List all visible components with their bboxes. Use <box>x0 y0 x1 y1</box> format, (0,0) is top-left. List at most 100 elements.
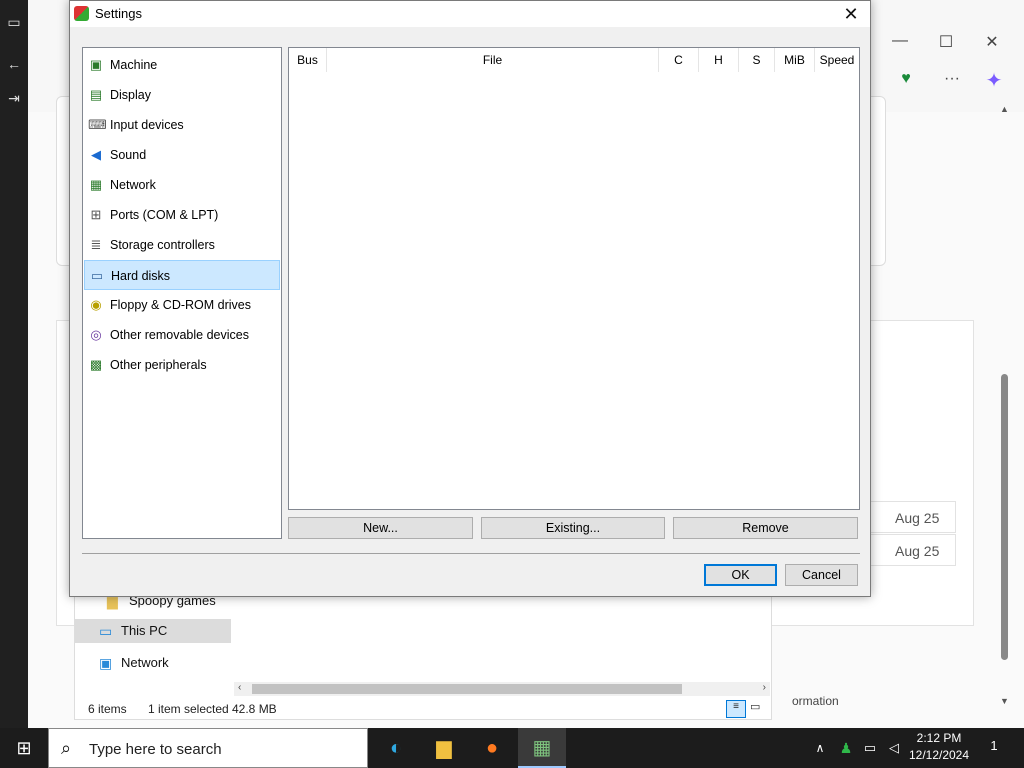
ports-icon: ⊞ <box>90 207 102 222</box>
vertical-scroll-thumb[interactable] <box>1001 374 1008 660</box>
browser-minimize-icon[interactable]: — <box>880 32 920 50</box>
taskbar: ⊞ ⌕ Type here to search ◐ ▆ ● ▦ ∧ ♟ ▭ ◁ … <box>0 728 1024 768</box>
dialog-separator <box>82 553 860 554</box>
status-item-count: 6 items <box>88 702 127 716</box>
edge-icon[interactable]: ◐ <box>372 728 420 768</box>
settings-dialog: Settings ✕ ▣ Machine ▤ Display ⌨ Input device… <box>69 0 871 597</box>
category-label: Hard disks <box>111 269 171 283</box>
background-text: ormation <box>792 694 839 708</box>
status-selected: 1 item selected <box>148 702 229 716</box>
category-label: Sound <box>110 148 147 162</box>
cancel-button[interactable]: Cancel <box>785 564 858 586</box>
column-header-bus[interactable]: Bus <box>289 48 327 72</box>
close-icon[interactable]: ✕ <box>838 3 864 25</box>
taskbar-search-box[interactable]: ⌕ Type here to search <box>48 728 368 768</box>
browser-close-icon[interactable]: ✕ <box>972 32 1012 52</box>
category-label: Input devices <box>110 118 184 132</box>
floppy-cdrom-icon: ◉ <box>90 297 102 312</box>
remove-disk-button[interactable]: Remove <box>673 517 858 539</box>
browser-maximize-icon[interactable]: ☐ <box>926 32 966 52</box>
notification-icon[interactable]: 1 <box>982 738 1006 758</box>
category-list: ▣ Machine ▤ Display ⌨ Input devices ◀ Sound ▦ Net… <box>82 47 282 539</box>
windows-start-icon[interactable]: ⊞ <box>0 728 48 768</box>
back-arrow-icon[interactable]: ← <box>6 56 22 72</box>
category-label: Storage controllers <box>110 238 215 252</box>
tabs-icon[interactable]: ▭ <box>6 14 22 30</box>
peripherals-icon: ▩ <box>89 357 103 372</box>
left-app-strip: ▭ ← ⇥ <box>0 0 28 728</box>
nav-item-network[interactable]: ▣ Network <box>75 651 231 675</box>
existing-disk-button[interactable]: Existing... <box>481 517 665 539</box>
dialog-title: Settings <box>95 6 142 21</box>
column-header-file[interactable]: File <box>327 48 659 72</box>
clock-time: 2:12 PM <box>916 731 962 745</box>
browser-more-icon[interactable]: ··· <box>932 70 972 88</box>
large-icons-view-icon[interactable]: ▭ <box>750 700 760 713</box>
hard-disk-list[interactable]: Bus File C H S MiB Speed <box>288 47 860 510</box>
column-header-speed[interactable]: Speed <box>815 48 859 72</box>
column-header-h[interactable]: H <box>699 48 739 72</box>
display-icon: ▤ <box>89 87 103 102</box>
category-item-other-removable-devices[interactable]: ◎ Other removable devices <box>84 320 280 350</box>
nav-item-label: This PC <box>121 623 168 638</box>
browser-essentials-icon[interactable]: ♥ <box>886 70 926 88</box>
vm-emulator-taskbar-icon[interactable]: ▦ <box>518 728 566 768</box>
search-placeholder: Type here to search <box>89 741 222 758</box>
storage-controllers-icon: ≣ <box>90 237 102 252</box>
explorer-status-bar: 6 items 1 item selected 42.8 MB ≡ ▭ <box>74 698 772 720</box>
category-item-floppy-cd-rom-drives[interactable]: ◉ Floppy & CD-ROM drives <box>84 290 280 320</box>
category-label: Machine <box>110 58 158 72</box>
category-item-input-devices[interactable]: ⌨ Input devices <box>84 110 280 140</box>
details-view-icon[interactable]: ≡ <box>726 700 746 718</box>
category-item-network[interactable]: ▦ Network <box>84 170 280 200</box>
date-cell: Aug 25 <box>868 534 956 566</box>
scroll-up-icon[interactable]: ▲ <box>1000 104 1009 114</box>
ok-button[interactable]: OK <box>704 564 777 586</box>
clock-date: 12/12/2024 <box>908 748 970 762</box>
scroll-right-icon[interactable]: › <box>763 682 766 693</box>
category-item-sound[interactable]: ◀ Sound <box>84 140 280 170</box>
file-explorer-icon[interactable]: ▆ <box>420 728 468 768</box>
scroll-left-icon[interactable]: ‹ <box>238 682 241 693</box>
category-item-display[interactable]: ▤ Display <box>84 80 280 110</box>
column-header-c[interactable]: C <box>659 48 699 72</box>
category-label: Network <box>110 178 156 192</box>
new-disk-button[interactable]: New... <box>288 517 473 539</box>
column-header-s[interactable]: S <box>739 48 775 72</box>
nav-item-this-pc[interactable]: ▭ This PC <box>75 619 231 643</box>
search-icon: ⌕ <box>61 738 72 758</box>
category-label: Other removable devices <box>110 328 249 342</box>
category-label: Other peripherals <box>110 358 207 372</box>
dialog-titlebar[interactable]: Settings ✕ <box>70 1 870 27</box>
input-devices-icon: ⌨ <box>88 117 107 132</box>
category-label: Ports (COM & LPT) <box>110 208 219 222</box>
volume-icon[interactable]: ◁ <box>882 728 906 768</box>
category-item-storage-controllers[interactable]: ≣ Storage controllers <box>84 230 280 260</box>
category-label: Display <box>110 88 151 102</box>
category-label: Floppy & CD-ROM drives <box>110 298 251 312</box>
computer-icon: ▭ <box>99 623 113 639</box>
category-item-hard-disks[interactable]: ▭ Hard disks <box>84 260 280 290</box>
sign-in-icon[interactable]: ⇥ <box>6 90 22 106</box>
hard-disks-icon: ▭ <box>90 268 104 283</box>
column-header-mib[interactable]: MiB <box>775 48 815 72</box>
date-cell: Aug 25 <box>868 501 956 533</box>
app-icon <box>74 6 89 21</box>
category-item-machine[interactable]: ▣ Machine <box>84 50 280 80</box>
category-item-other-peripherals[interactable]: ▩ Other peripherals <box>84 350 280 380</box>
tray-overflow-icon[interactable]: ∧ <box>808 728 832 768</box>
copilot-icon[interactable]: ✦ <box>974 68 1014 93</box>
firefox-icon[interactable]: ● <box>468 728 516 768</box>
network-icon: ▣ <box>99 655 113 671</box>
scroll-down-icon[interactable]: ▼ <box>1000 696 1009 706</box>
removable-devices-icon: ◎ <box>90 327 102 342</box>
tray-app-icon[interactable]: ♟ <box>834 728 858 768</box>
horizontal-scroll-thumb[interactable] <box>252 684 682 694</box>
network-tray-icon[interactable]: ▭ <box>858 728 882 768</box>
machine-icon: ▣ <box>89 57 103 72</box>
taskbar-clock[interactable]: 2:12 PM 12/12/2024 <box>908 730 970 764</box>
nav-item-label: Network <box>121 655 169 670</box>
sound-icon: ◀ <box>91 147 101 162</box>
category-item-ports-com-lpt[interactable]: ⊞ Ports (COM & LPT) <box>84 200 280 230</box>
network-icon: ▦ <box>89 177 103 192</box>
